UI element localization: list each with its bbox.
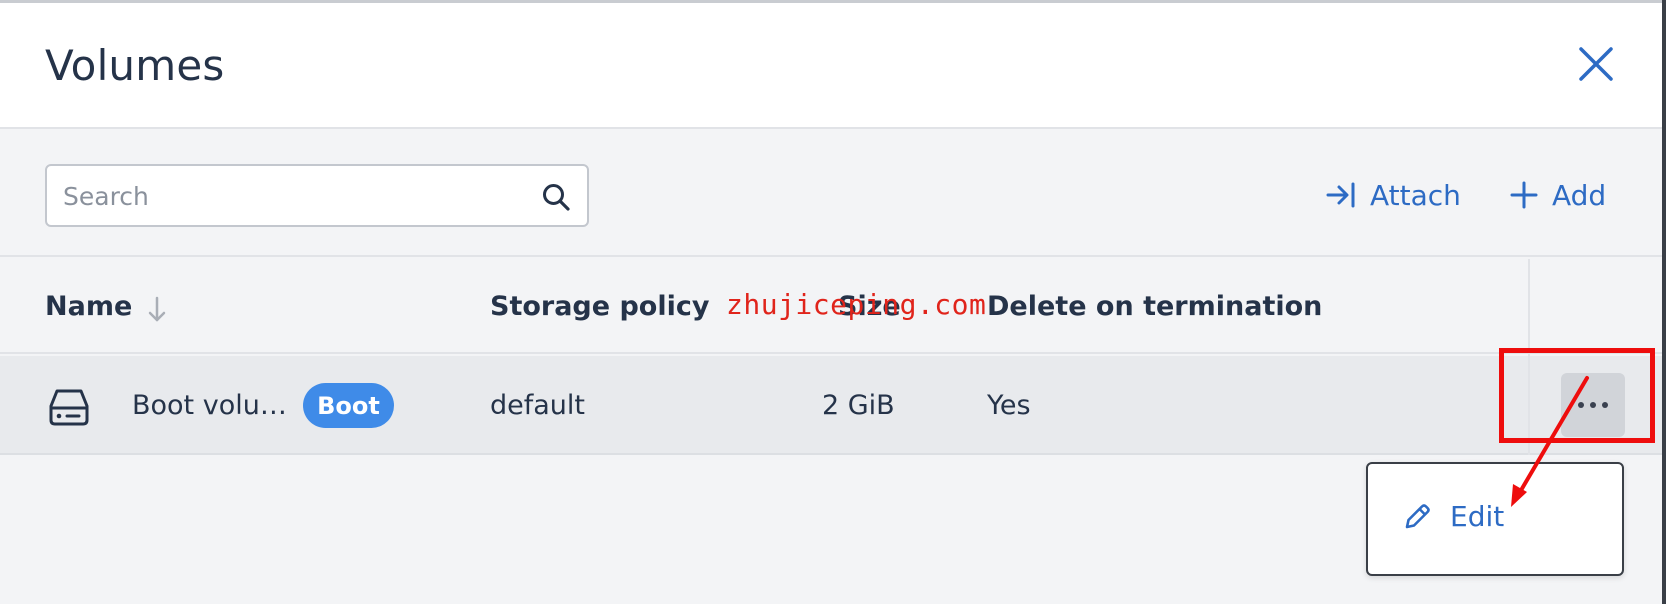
- column-header-storage-policy[interactable]: Storage policy: [490, 291, 709, 322]
- close-button[interactable]: [1578, 46, 1614, 82]
- delete-on-termination-cell: Yes: [987, 390, 1031, 421]
- toolbar: Attach Add: [0, 131, 1662, 257]
- search-input[interactable]: [63, 176, 523, 216]
- dialog-title: Volumes: [45, 41, 225, 90]
- watermark-text: zhujiceping.com: [726, 288, 987, 321]
- attach-label: Attach: [1370, 178, 1461, 212]
- attach-icon: [1326, 182, 1355, 208]
- window-right-edge: [1662, 0, 1666, 604]
- size-cell: 2 GiB: [822, 390, 895, 421]
- storage-policy-cell: default: [490, 390, 586, 421]
- menu-item-edit[interactable]: Edit: [1402, 500, 1504, 533]
- search-icon[interactable]: [541, 182, 571, 212]
- table-row[interactable]: Boot volu… Boot default 2 GiB Yes: [0, 356, 1662, 455]
- attach-button[interactable]: Attach: [1326, 175, 1461, 215]
- dialog-header: Volumes: [0, 3, 1662, 129]
- pencil-icon: [1405, 503, 1430, 528]
- column-header-name[interactable]: Name: [45, 291, 132, 322]
- hard-drive-icon: [49, 389, 89, 426]
- add-button[interactable]: Add: [1510, 175, 1606, 215]
- boot-badge: Boot: [303, 383, 394, 428]
- column-header-delete-on-termination[interactable]: Delete on termination: [987, 291, 1322, 322]
- menu-item-edit-label: Edit: [1450, 500, 1505, 533]
- sort-arrow-down-icon[interactable]: [146, 295, 168, 325]
- close-icon: [1579, 47, 1613, 81]
- volume-name: Boot volu…: [132, 390, 287, 421]
- add-label: Add: [1552, 178, 1607, 212]
- row-context-menu: Edit: [1366, 462, 1624, 576]
- plus-icon: [1510, 181, 1538, 209]
- annotation-highlight-box: [1499, 348, 1655, 443]
- search-box: [45, 164, 589, 227]
